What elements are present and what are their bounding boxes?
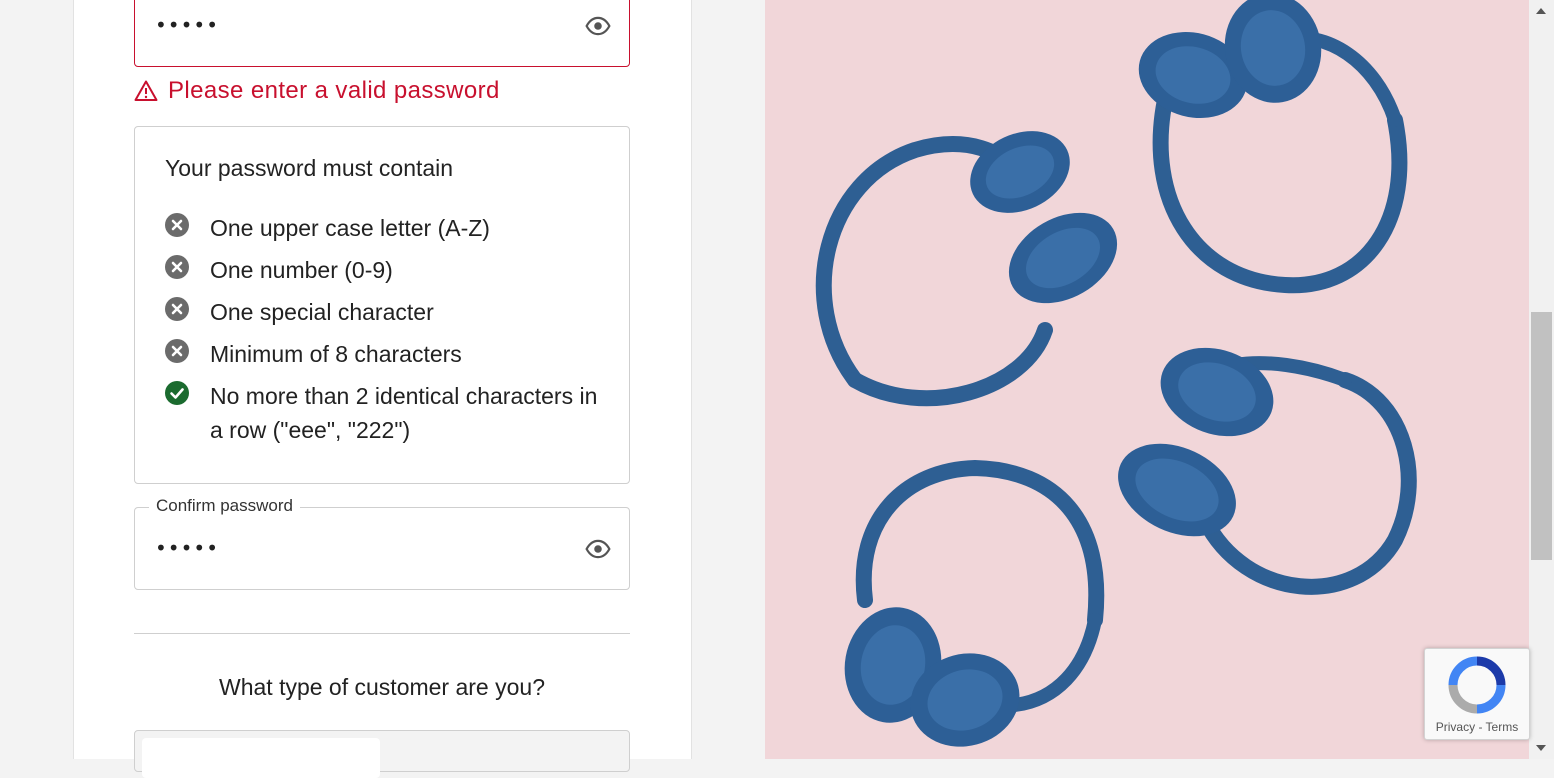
requirement-label: Minimum of 8 characters bbox=[210, 341, 462, 367]
recaptcha-footer-links[interactable]: Privacy - Terms bbox=[1425, 720, 1529, 734]
password-error: Please enter a valid password bbox=[134, 76, 500, 106]
requirement-label: One special character bbox=[210, 299, 434, 325]
customer-type-selector[interactable] bbox=[134, 730, 630, 778]
page-scrollbar[interactable] bbox=[1529, 0, 1554, 759]
requirement-item: No more than 2 identical characters in a… bbox=[165, 379, 605, 447]
headphones-illustration bbox=[765, 0, 1529, 759]
eye-icon[interactable] bbox=[585, 13, 611, 39]
password-field[interactable]: ••••• bbox=[134, 0, 630, 67]
recaptcha-logo-icon bbox=[1448, 656, 1506, 714]
registration-form-panel: ••••• Please enter a valid password Your… bbox=[73, 0, 692, 778]
confirm-password-field[interactable]: Confirm password ••••• bbox=[134, 496, 630, 590]
headphones-photo bbox=[765, 0, 1529, 759]
recaptcha-badge[interactable]: Privacy - Terms bbox=[1424, 648, 1530, 740]
requirements-title: Your password must contain bbox=[165, 155, 454, 181]
scroll-up-arrow-icon[interactable] bbox=[1536, 8, 1546, 14]
password-requirements-box: Your password must contain One upper cas… bbox=[134, 126, 630, 484]
requirement-label: One number (0-9) bbox=[210, 257, 393, 283]
x-circle-icon bbox=[165, 213, 189, 237]
requirement-label: One upper case letter (A-Z) bbox=[210, 215, 490, 241]
x-circle-icon bbox=[165, 339, 189, 363]
customer-type-question: What type of customer are you? bbox=[219, 674, 545, 700]
section-divider bbox=[134, 633, 630, 634]
requirement-item: One upper case letter (A-Z) bbox=[165, 211, 605, 245]
password-error-text: Please enter a valid password bbox=[168, 77, 500, 104]
customer-type-option[interactable] bbox=[142, 738, 380, 778]
check-circle-icon bbox=[165, 381, 189, 405]
requirement-label: No more than 2 identical characters in a… bbox=[210, 383, 598, 443]
requirement-item: One special character bbox=[165, 295, 605, 329]
requirement-item: Minimum of 8 characters bbox=[165, 337, 605, 371]
confirm-password-label: Confirm password bbox=[149, 496, 300, 516]
x-circle-icon bbox=[165, 255, 189, 279]
requirements-list: One upper case letter (A-Z) One number (… bbox=[165, 211, 605, 455]
confirm-password-masked-value: ••••• bbox=[155, 536, 219, 560]
scroll-down-arrow-icon[interactable] bbox=[1536, 745, 1546, 751]
warning-triangle-icon bbox=[134, 80, 158, 101]
scrollbar-thumb[interactable] bbox=[1531, 312, 1552, 560]
x-circle-icon bbox=[165, 297, 189, 321]
requirement-item: One number (0-9) bbox=[165, 253, 605, 287]
eye-icon[interactable] bbox=[585, 536, 611, 562]
password-masked-value: ••••• bbox=[155, 13, 219, 37]
